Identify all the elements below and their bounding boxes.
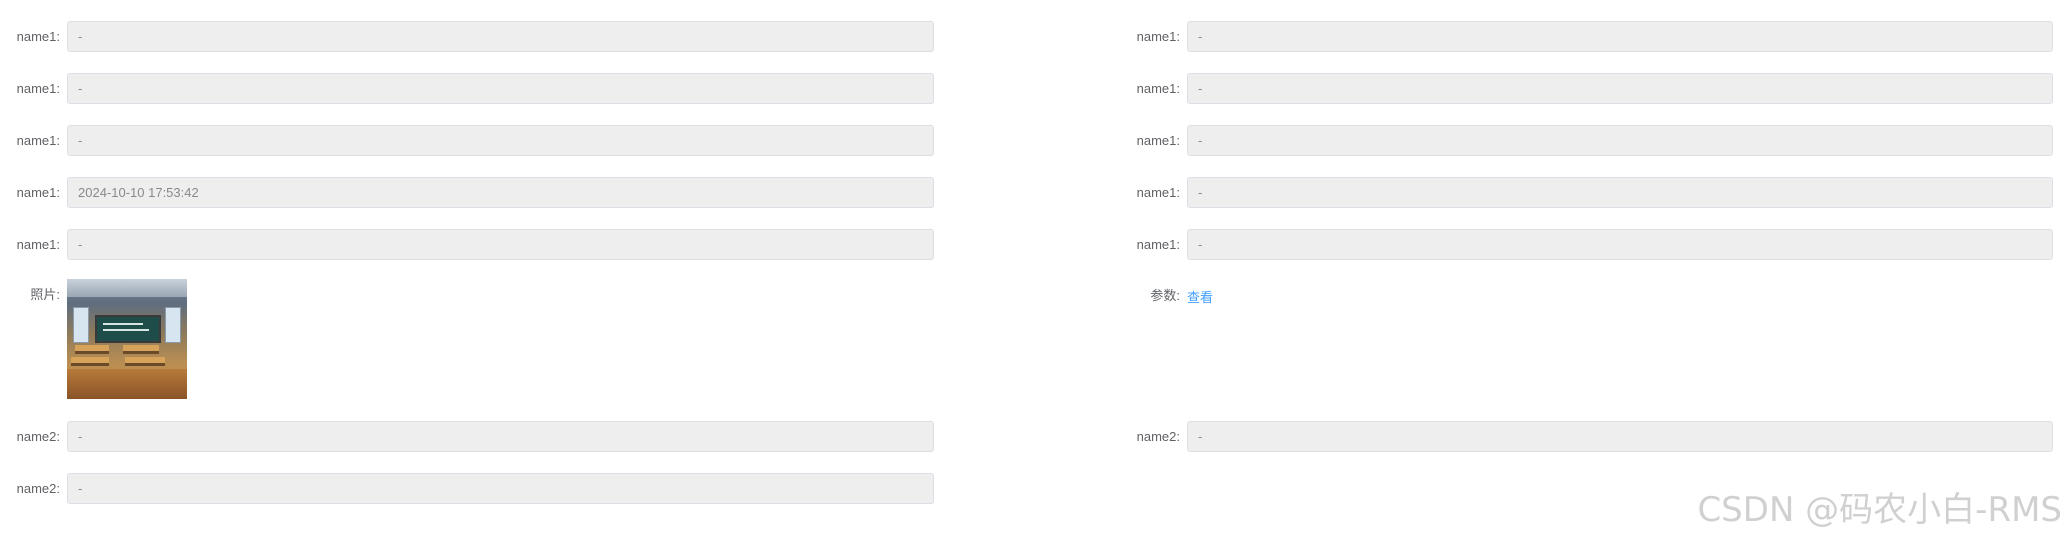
- photo-desk: [125, 357, 165, 366]
- datetime-field[interactable]: 2024-10-10 17:53:42: [67, 177, 934, 208]
- readonly-field[interactable]: -: [1187, 21, 2053, 52]
- readonly-field[interactable]: -: [67, 73, 934, 104]
- field-label: name1:: [16, 81, 60, 96]
- form-row: name1: -: [0, 228, 934, 261]
- view-params-link[interactable]: 查看: [1187, 287, 1213, 306]
- field-label: name1:: [1136, 237, 1180, 252]
- form-row: name1: -: [1120, 20, 2053, 53]
- field-label: name1:: [1136, 29, 1180, 44]
- readonly-field[interactable]: -: [67, 473, 934, 504]
- photo-floor: [67, 369, 187, 399]
- form-row: name2: -: [1120, 420, 2053, 453]
- form-row: name1: -: [1120, 72, 2053, 105]
- photo-ceiling: [67, 279, 187, 297]
- field-label: name1:: [1136, 185, 1180, 200]
- photo-blackboard: [95, 315, 161, 343]
- field-label: name2:: [16, 481, 60, 496]
- readonly-field[interactable]: -: [67, 421, 934, 452]
- readonly-field[interactable]: -: [67, 21, 934, 52]
- form-row: name1: 2024-10-10 17:53:42: [0, 176, 934, 209]
- board-line: [103, 323, 143, 325]
- param-row: 参数: 查看: [1120, 279, 1213, 313]
- field-label: name1:: [16, 133, 60, 148]
- watermark: CSDN @码农小白-RMS: [1697, 490, 2062, 530]
- readonly-field[interactable]: -: [1187, 229, 2053, 260]
- param-label: 参数:: [1150, 288, 1180, 303]
- field-label: name2:: [1136, 429, 1180, 444]
- photo-desk: [71, 357, 109, 366]
- form-row: name2: -: [0, 472, 934, 505]
- form-row: name1: -: [0, 124, 934, 157]
- field-label: name2:: [16, 429, 60, 444]
- readonly-field[interactable]: -: [1187, 177, 2053, 208]
- readonly-field[interactable]: -: [67, 125, 934, 156]
- field-label: name1:: [1136, 133, 1180, 148]
- field-label: name1:: [1136, 81, 1180, 96]
- field-label: name1:: [16, 29, 60, 44]
- readonly-field[interactable]: -: [67, 229, 934, 260]
- photo-window: [73, 307, 89, 343]
- form-row: name1: -: [1120, 124, 2053, 157]
- photo-desk: [75, 345, 109, 354]
- readonly-field[interactable]: -: [1187, 125, 2053, 156]
- photo-label: 照片:: [30, 287, 60, 302]
- form-row: name1: -: [0, 72, 934, 105]
- photo-thumbnail[interactable]: [67, 279, 187, 399]
- photo-window: [165, 307, 181, 343]
- form-row: name1: -: [0, 20, 934, 53]
- readonly-field[interactable]: -: [1187, 421, 2053, 452]
- board-line: [103, 329, 149, 331]
- photo-desk: [123, 345, 159, 354]
- field-label: name1:: [16, 237, 60, 252]
- readonly-field[interactable]: -: [1187, 73, 2053, 104]
- form-row: name1: -: [1120, 176, 2053, 209]
- photo-row: 照片:: [0, 279, 187, 399]
- form-row: name2: -: [0, 420, 934, 453]
- form-row: name1: -: [1120, 228, 2053, 261]
- field-label: name1:: [16, 185, 60, 200]
